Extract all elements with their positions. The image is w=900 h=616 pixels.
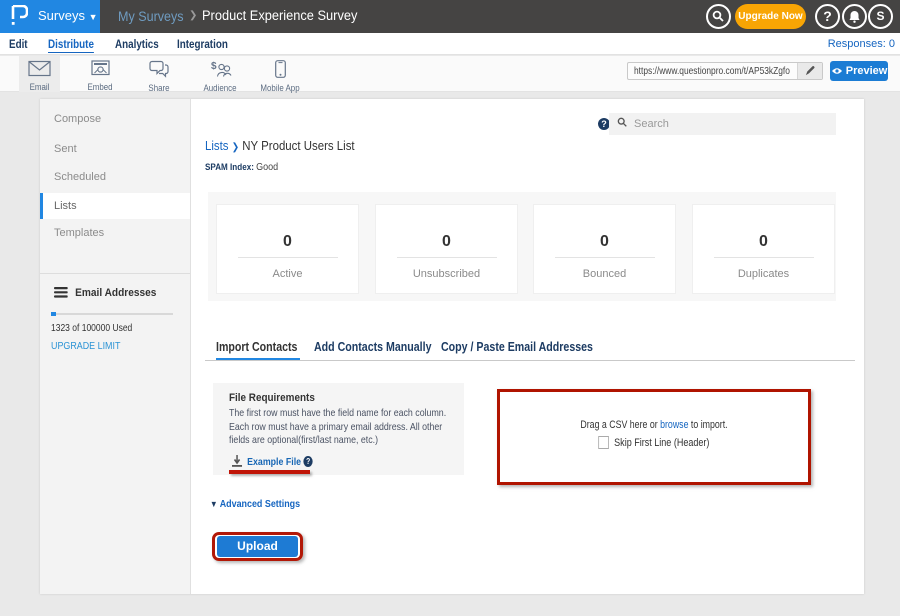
svg-text:$: $ xyxy=(211,61,217,72)
